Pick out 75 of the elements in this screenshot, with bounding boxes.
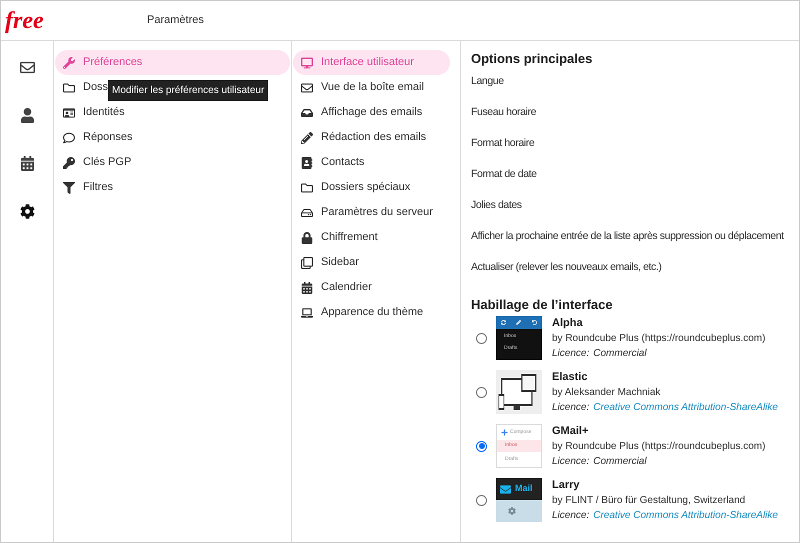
radio-button[interactable] — [476, 440, 487, 452]
pencil-icon — [301, 132, 313, 144]
refresh-icon — [501, 320, 506, 325]
laptop-icon — [301, 306, 313, 318]
skin-author: by FLINT / Büro für Gestaltung, Switzerland — [552, 494, 746, 507]
inbox-icon — [301, 106, 313, 118]
nav-item[interactable]: Clés PGP — [55, 150, 290, 175]
mail-icon — [20, 60, 34, 75]
plus-icon — [501, 429, 508, 436]
section-heading: Options principales — [471, 51, 594, 66]
nav-item[interactable]: Contacts — [293, 150, 450, 175]
skin-author: by Aleksander Machniak — [552, 386, 662, 399]
folder-icon — [301, 182, 313, 194]
nav-item[interactable]: Vue de la boîte email — [293, 75, 450, 100]
skin-author: by Roundcube Plus (https://roundcubeplus.com) — [552, 440, 766, 453]
tooltip: Modifier les préférences utilisateur — [108, 80, 268, 101]
copy-icon — [301, 256, 313, 268]
id-card-icon — [63, 106, 75, 118]
calendar-icon — [301, 282, 313, 294]
filter-icon — [63, 182, 75, 194]
option-label: Jolies dates — [471, 198, 522, 213]
pencil-icon — [516, 320, 522, 325]
licence-text: Commercial — [593, 347, 647, 360]
skin-name: GMail+ — [552, 424, 590, 438]
nav-item[interactable]: Paramètres du serveur — [293, 200, 450, 225]
licence-link[interactable]: Creative Commons Attribution-ShareAlike — [593, 509, 778, 522]
skin-name: Alpha — [552, 316, 584, 330]
licence-text: Commercial — [593, 455, 647, 468]
option-label: Actualiser (relever les nouveaux emails, etc.) — [471, 260, 662, 275]
option-label: Fuseau horaire — [471, 104, 536, 120]
undo-icon — [532, 320, 537, 325]
section-heading: Habillage de l’interface — [471, 297, 614, 312]
folder-icon — [63, 82, 75, 94]
licence-label: Licence: — [552, 347, 590, 360]
settings-icon — [508, 507, 516, 515]
monitor-icon — [301, 56, 313, 68]
option-label: Format de date — [471, 166, 537, 182]
skin-author: by Roundcube Plus (https://roundcubeplus.com) — [552, 332, 766, 345]
nav-item[interactable]: Chiffrement — [293, 225, 450, 250]
option-label: Afficher la prochaine entrée de la liste après suppression ou déplacement — [471, 228, 784, 244]
person-icon — [20, 108, 34, 123]
key-icon — [63, 156, 75, 168]
nav-item[interactable]: Sidebar — [293, 250, 450, 275]
envelope-icon — [301, 82, 313, 94]
option-label: Langue — [471, 74, 504, 89]
theme-preview — [496, 370, 542, 414]
nav-item[interactable]: Dossiers spéciaux — [293, 175, 450, 200]
radio-button[interactable] — [476, 494, 487, 506]
nav-item[interactable]: Calendrier — [293, 275, 450, 300]
nav-item[interactable]: Affichage des emails — [293, 100, 450, 125]
calendar-icon — [20, 156, 34, 171]
nav-item[interactable]: Identités — [55, 100, 290, 125]
licence-label: Licence: — [552, 401, 590, 414]
envelope-icon — [500, 484, 511, 494]
wrench-icon — [63, 56, 75, 68]
nav-item[interactable]: Filtres — [55, 175, 290, 200]
radio-button[interactable] — [476, 386, 487, 398]
nav-item[interactable]: Apparence du thème — [293, 300, 450, 325]
logo: free — [4, 6, 45, 36]
skin-name: Elastic — [552, 370, 588, 384]
nav-item[interactable]: Réponses — [55, 125, 290, 150]
licence-label: Licence: — [552, 455, 590, 468]
skin-name: Larry — [552, 478, 581, 492]
nav-item[interactable]: Rédaction des emails — [293, 125, 450, 150]
speech-bubble-icon — [63, 132, 75, 144]
drive-icon — [301, 206, 313, 218]
licence-link[interactable]: Creative Commons Attribution-ShareAlike — [593, 401, 778, 414]
settings-icon — [20, 204, 34, 219]
option-label: Format horaire — [471, 136, 534, 151]
address-book-icon — [301, 156, 313, 168]
radio-button[interactable] — [476, 332, 487, 344]
preview-text: Mail — [515, 482, 533, 496]
lock-icon — [301, 232, 313, 244]
licence-label: Licence: — [552, 509, 590, 522]
page-title: Paramètres — [147, 13, 204, 28]
